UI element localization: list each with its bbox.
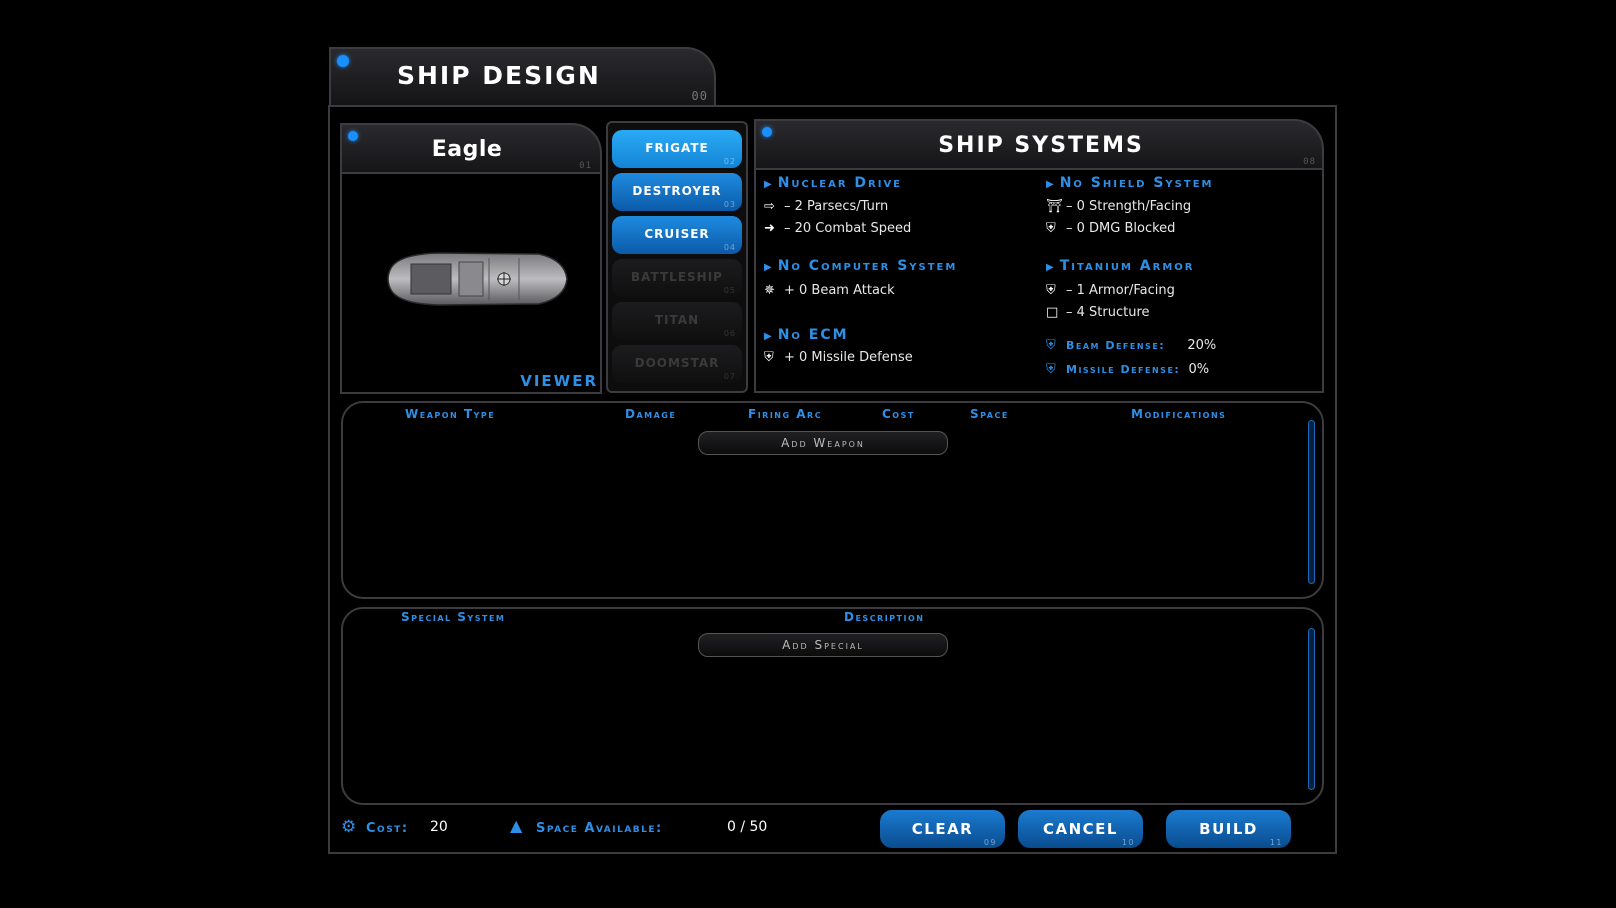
ship-model-image bbox=[387, 252, 568, 306]
space-icon: ▲ bbox=[510, 816, 523, 835]
hull-battleship-button[interactable]: BATTLESHIP 05 bbox=[612, 259, 742, 297]
header-num: 00 bbox=[691, 89, 708, 103]
missile-defense-stat-icon: ⛨ bbox=[1046, 362, 1056, 377]
shield-icon: ⛩ bbox=[1046, 199, 1063, 214]
shield-block-icon: ⛨ bbox=[1046, 221, 1056, 236]
col-special-system: Special System bbox=[401, 610, 506, 624]
ship-name[interactable]: Eagle bbox=[342, 137, 592, 162]
ship-systems-title: SHIP SYSTEMS bbox=[938, 133, 1144, 158]
armor-structure: □ – 4 Structure bbox=[1046, 305, 1150, 320]
header-indicator-dot bbox=[337, 55, 349, 67]
col-modifications: Modifications bbox=[1131, 407, 1227, 421]
beam-defense-row: ⛨ Beam Defense: 20% bbox=[1046, 338, 1217, 353]
drive-range-icon: ⇨ bbox=[764, 199, 775, 214]
col-firing-arc: Firing Arc bbox=[748, 407, 823, 421]
space-available-label: Space Available: bbox=[536, 821, 663, 836]
hull-titan-button[interactable]: TITAN 06 bbox=[612, 302, 742, 340]
space-available-value: 0 / 50 bbox=[727, 819, 768, 835]
add-weapon-button[interactable]: Add Weapon bbox=[698, 431, 948, 455]
ship-systems-tab: SHIP SYSTEMS 08 bbox=[754, 119, 1324, 171]
cancel-button[interactable]: CANCEL 10 bbox=[1018, 810, 1143, 848]
col-space: Space bbox=[970, 407, 1009, 421]
hull-frigate-button[interactable]: FRIGATE 02 bbox=[612, 130, 742, 168]
beam-defense-value: 20% bbox=[1187, 338, 1217, 353]
hull-destroyer-button[interactable]: DESTROYER 03 bbox=[612, 173, 742, 211]
ship-systems-num: 08 bbox=[1303, 157, 1316, 167]
page-title: SHIP DESIGN bbox=[397, 61, 601, 90]
missile-defense-icon: ⛨ bbox=[764, 350, 774, 365]
weapons-scrollbar[interactable] bbox=[1308, 420, 1315, 584]
shield-system-heading[interactable]: No Shield System bbox=[1046, 175, 1213, 191]
cost-label: Cost: bbox=[366, 821, 409, 836]
drive-system-heading[interactable]: Nuclear Drive bbox=[764, 175, 902, 191]
structure-icon: □ bbox=[1046, 305, 1059, 320]
hull-cruiser-button[interactable]: CRUISER 04 bbox=[612, 216, 742, 254]
ship-viewer-panel[interactable]: VIEWER bbox=[340, 172, 602, 394]
clear-button[interactable]: CLEAR 09 bbox=[880, 810, 1005, 848]
col-description: Description bbox=[844, 610, 925, 624]
armor-per-facing: ⛨ – 1 Armor/Facing bbox=[1046, 283, 1175, 298]
specials-scrollbar[interactable] bbox=[1308, 628, 1315, 790]
computer-beam-attack: ✵ + 0 Beam Attack bbox=[764, 283, 895, 298]
drive-parsecs: ⇨ – 2 Parsecs/Turn bbox=[764, 199, 889, 214]
col-damage: Damage bbox=[625, 407, 677, 421]
computer-system-heading[interactable]: No Computer System bbox=[764, 258, 957, 274]
missile-defense-value: 0% bbox=[1188, 362, 1210, 377]
cost-icon: ⚙ bbox=[341, 817, 357, 837]
ship-name-num: 01 bbox=[579, 161, 592, 171]
cost-value: 20 bbox=[430, 819, 448, 835]
beam-attack-icon: ✵ bbox=[764, 283, 775, 298]
armor-icon: ⛨ bbox=[1046, 283, 1056, 298]
missile-defense-row: ⛨ Missile Defense: 0% bbox=[1046, 362, 1210, 377]
ship-name-tab: Eagle 01 bbox=[340, 123, 602, 175]
hull-doomstar-button[interactable]: DOOMSTAR 07 bbox=[612, 345, 742, 383]
viewer-label: VIEWER bbox=[520, 372, 598, 390]
ship-design-tab: SHIP DESIGN 00 bbox=[329, 47, 716, 107]
col-cost: Cost bbox=[882, 407, 915, 421]
shield-dmg-blocked: ⛨ – 0 DMG Blocked bbox=[1046, 221, 1176, 236]
add-special-button[interactable]: Add Special bbox=[698, 633, 948, 657]
armor-system-heading[interactable]: Titanium Armor bbox=[1046, 258, 1194, 274]
col-weapon-type: Weapon Type bbox=[405, 407, 496, 421]
drive-combat-speed: ➜ – 20 Combat Speed bbox=[764, 221, 912, 236]
build-button[interactable]: BUILD 11 bbox=[1166, 810, 1291, 848]
beam-defense-icon: ⛨ bbox=[1046, 338, 1056, 353]
shield-strength: ⛩ – 0 Strength/Facing bbox=[1046, 199, 1192, 214]
ecm-missile-defense: ⛨ + 0 Missile Defense bbox=[764, 350, 913, 365]
combat-speed-icon: ➜ bbox=[764, 221, 775, 236]
ecm-system-heading[interactable]: No ECM bbox=[764, 327, 849, 343]
